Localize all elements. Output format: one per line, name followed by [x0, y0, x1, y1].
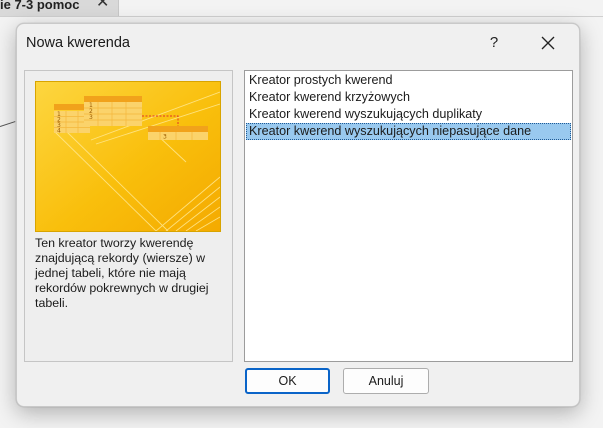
background-relationship-line — [0, 121, 16, 127]
close-button[interactable] — [535, 31, 561, 55]
ok-button[interactable]: OK — [245, 368, 330, 394]
background-document-tab[interactable]: ie 7-3 pomoc ✕ — [0, 0, 119, 16]
close-icon — [541, 36, 555, 50]
list-item-find-duplicates-wizard[interactable]: Kreator kwerend wyszukujących duplikaty — [246, 106, 571, 123]
illus-num-right: 3 — [163, 134, 167, 141]
background-tab-close-icon[interactable]: ✕ — [96, 0, 109, 11]
background-tab-divider — [0, 16, 603, 17]
background-tab-label: ie 7-3 pomoc — [0, 0, 80, 12]
wizard-illustration: 1 2 3 4 1 2 3 3 — [35, 81, 221, 232]
list-item-crosstab-query-wizard[interactable]: Kreator kwerend krzyżowych — [246, 89, 571, 106]
wizard-preview-panel: 1 2 3 4 1 2 3 3 Ten kreator tworzy kwere… — [24, 70, 233, 362]
new-query-dialog: Nowa kwerenda ? 1 2 3 4 1 2 3 3 Ten krea… — [16, 23, 580, 407]
list-item-find-unmatched-wizard[interactable]: Kreator kwerend wyszukujących niepasując… — [246, 123, 571, 140]
dialog-title: Nowa kwerenda — [26, 35, 130, 51]
cancel-button[interactable]: Anuluj — [343, 368, 429, 394]
dialog-titlebar[interactable]: Nowa kwerenda ? — [17, 24, 579, 64]
wizard-list[interactable]: Kreator prostych kwerend Kreator kwerend… — [244, 70, 573, 362]
illus-num-left-4: 4 — [57, 128, 61, 135]
help-button[interactable]: ? — [483, 32, 505, 54]
wizard-description: Ten kreator tworzy kwerendę znajdującą r… — [35, 236, 209, 310]
list-item-simple-query-wizard[interactable]: Kreator prostych kwerend — [246, 72, 571, 89]
illus-num-mid-3: 3 — [89, 114, 93, 121]
